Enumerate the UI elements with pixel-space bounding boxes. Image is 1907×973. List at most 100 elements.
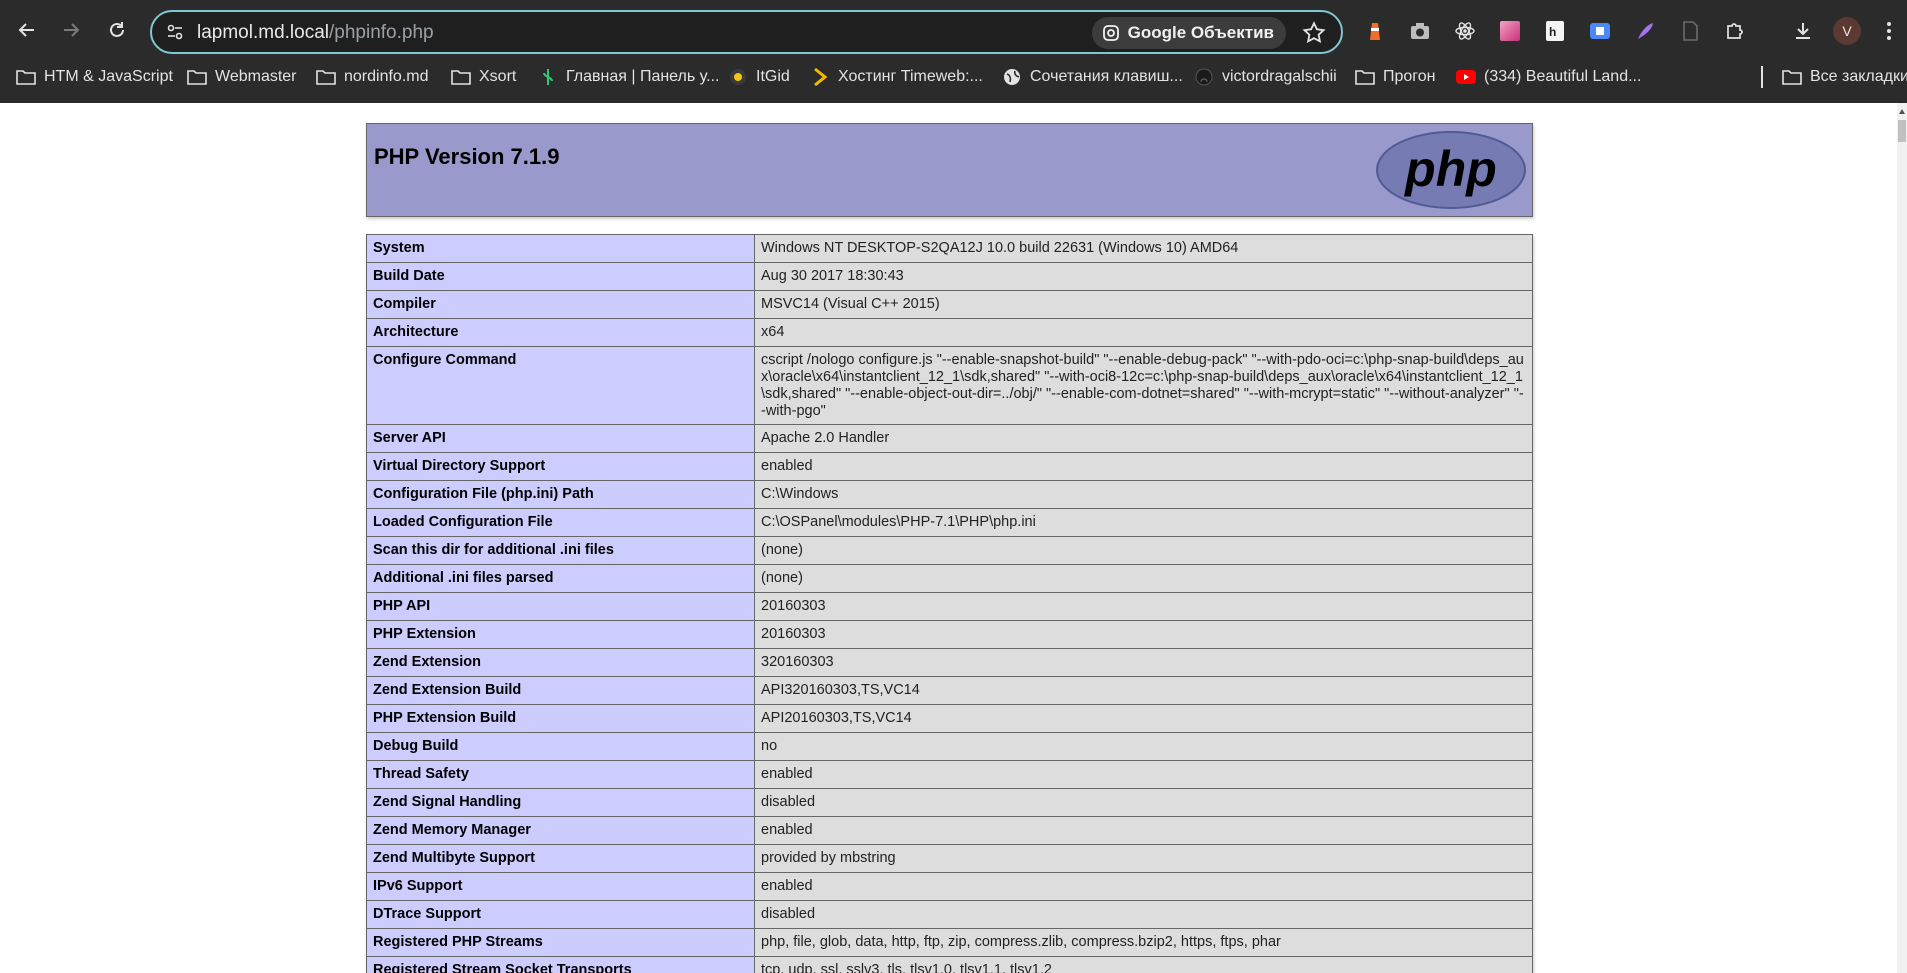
directive-value: disabled — [754, 788, 1533, 817]
bookmark-item[interactable]: Хостинг Timeweb:... — [810, 64, 983, 90]
bookmark-label: Сочетания клавиш... — [1030, 68, 1183, 85]
feather-icon — [1638, 23, 1653, 39]
bookmark-item[interactable]: (334) Beautiful Land... — [1456, 64, 1641, 90]
extension-button[interactable] — [1677, 18, 1703, 44]
extension-button[interactable] — [1632, 18, 1658, 44]
reload-button[interactable] — [99, 12, 135, 48]
itgid-icon — [728, 67, 748, 87]
table-row: System Windows NT DESKTOP-S2QA12J 10.0 bu… — [366, 234, 1533, 263]
php-logo[interactable]: php — [1375, 130, 1527, 210]
directive-value: php, file, glob, data, http, ftp, zip, c… — [754, 928, 1533, 957]
bookmark-item[interactable]: Webmaster — [187, 64, 297, 90]
browser-toolbar: lapmol.md.local/phpinfo.php Google Объек… — [0, 0, 1907, 62]
extension-button[interactable] — [1452, 18, 1478, 44]
translate-icon — [1590, 23, 1610, 39]
google-lens-label: Google Объектив — [1127, 23, 1274, 42]
extension-button[interactable] — [1362, 18, 1388, 44]
download-icon — [1796, 23, 1810, 39]
address-bar[interactable]: lapmol.md.local/phpinfo.php Google Объек… — [150, 10, 1343, 54]
directive-value: Aug 30 2017 18:30:43 — [754, 262, 1533, 291]
table-row: Zend Multibyte Support provided by mbstri… — [366, 844, 1533, 873]
all-bookmarks-button[interactable]: Все закладки — [1782, 64, 1907, 90]
directive-name: Compiler — [366, 290, 755, 319]
directive-value: (none) — [754, 564, 1533, 593]
extension-button[interactable] — [1497, 18, 1523, 44]
table-row: Zend Memory Manager enabled — [366, 816, 1533, 845]
bookmark-item[interactable]: Сочетания клавиш... — [1002, 64, 1183, 90]
directive-name: Architecture — [366, 318, 755, 347]
bookmark-label: ItGid — [756, 68, 790, 85]
directive-name: Configure Command — [366, 346, 755, 425]
directive-value: no — [754, 732, 1533, 761]
bookmarks-bar: HTM & JavaScript Webmaster nordinfo.md X… — [0, 62, 1907, 92]
bookmark-item[interactable]: HTM & JavaScript — [16, 64, 173, 90]
scrollbar[interactable] — [1897, 103, 1907, 973]
google-lens-button[interactable]: Google Объектив — [1091, 17, 1286, 49]
directive-value: 320160303 — [754, 648, 1533, 677]
bookmark-label: (334) Beautiful Land... — [1484, 68, 1642, 85]
directive-value: enabled — [754, 872, 1533, 901]
directive-name: System — [366, 234, 755, 263]
directive-value: MSVC14 (Visual C++ 2015) — [754, 290, 1533, 319]
folder-icon — [16, 67, 36, 87]
bookmark-star-icon[interactable] — [1301, 20, 1327, 46]
page-title: PHP Version 7.1.9 — [374, 144, 560, 169]
svg-text:php: php — [1403, 141, 1497, 197]
puzzle-icon — [1727, 23, 1743, 39]
extension-button[interactable]: h — [1542, 18, 1568, 44]
bookmark-item[interactable]: Главная | Панель у... — [538, 64, 719, 90]
page-content: PHP Version 7.1.9 php System Windows NT D… — [0, 103, 1907, 973]
extension-button[interactable] — [1407, 18, 1433, 44]
directive-value: cscript /nologo configure.js "--enable-s… — [754, 346, 1533, 425]
bookmark-item[interactable]: nordinfo.md — [316, 64, 429, 90]
bookmark-item[interactable]: victordragalschii — [1194, 64, 1337, 90]
directive-value: 20160303 — [754, 620, 1533, 649]
table-row: Additional .ini files parsed (none) — [366, 564, 1533, 593]
wappalyzer-icon: h — [1546, 21, 1564, 41]
svg-text:h: h — [1549, 25, 1556, 39]
table-row: Registered Stream Socket Transports tcp, … — [366, 956, 1533, 973]
profile-avatar[interactable]: V — [1833, 17, 1861, 45]
forward-button[interactable] — [53, 12, 89, 48]
folder-icon — [316, 67, 336, 87]
table-row: Architecture x64 — [366, 318, 1533, 347]
url-text[interactable]: lapmol.md.local/phpinfo.php — [197, 22, 434, 44]
kebab-menu-icon[interactable] — [1876, 18, 1902, 44]
back-button[interactable] — [9, 12, 45, 48]
downloads-button[interactable] — [1790, 18, 1816, 44]
directive-name: Virtual Directory Support — [366, 452, 755, 481]
bookmark-label: Xsort — [479, 68, 517, 85]
globe-icon — [1002, 67, 1022, 87]
directive-value: Windows NT DESKTOP-S2QA12J 10.0 build 22… — [754, 234, 1533, 263]
table-row: Scan this dir for additional .ini files(… — [366, 536, 1533, 565]
directive-name: PHP Extension Build — [366, 704, 755, 733]
extension-button[interactable] — [1587, 18, 1613, 44]
php-info-table: System Windows NT DESKTOP-S2QA12J 10.0 bu… — [366, 234, 1533, 973]
scrollbar-thumb[interactable] — [1898, 120, 1906, 142]
table-row: Loaded Configuration File C:\OSPanel\modu… — [366, 508, 1533, 537]
directive-value: enabled — [754, 760, 1533, 789]
extensions-menu-button[interactable] — [1722, 18, 1748, 44]
folder-icon — [1782, 67, 1802, 87]
site-info-button[interactable] — [160, 18, 190, 46]
bookmark-item[interactable]: Xsort — [451, 64, 516, 90]
directive-value: API320160303,TS,VC14 — [754, 676, 1533, 705]
table-row: Zend Signal Handling disabled — [366, 788, 1533, 817]
arrow-left-icon — [18, 23, 34, 37]
directive-value: 20160303 — [754, 592, 1533, 621]
directive-name: DTrace Support — [366, 900, 755, 929]
table-row: Server API Apache 2.0 Handler — [366, 424, 1533, 453]
table-row: Thread Safety enabled — [366, 760, 1533, 789]
table-row: IPv6 Support enabled — [366, 872, 1533, 901]
all-bookmarks-label: Все закладки — [1810, 68, 1907, 85]
directive-name: Scan this dir for additional .ini files — [366, 536, 755, 565]
scroll-up-arrow-icon[interactable] — [1898, 108, 1906, 116]
table-row: Compiler MSVC14 (Visual C++ 2015) — [366, 290, 1533, 319]
folder-icon — [451, 67, 471, 87]
bookmark-item[interactable]: ItGid — [728, 64, 790, 90]
bookmark-item[interactable]: Прогон — [1355, 64, 1436, 90]
directive-name: IPv6 Support — [366, 872, 755, 901]
directive-name: Configuration File (php.ini) Path — [366, 480, 755, 509]
directive-name: Debug Build — [366, 732, 755, 761]
reload-icon — [110, 22, 124, 37]
